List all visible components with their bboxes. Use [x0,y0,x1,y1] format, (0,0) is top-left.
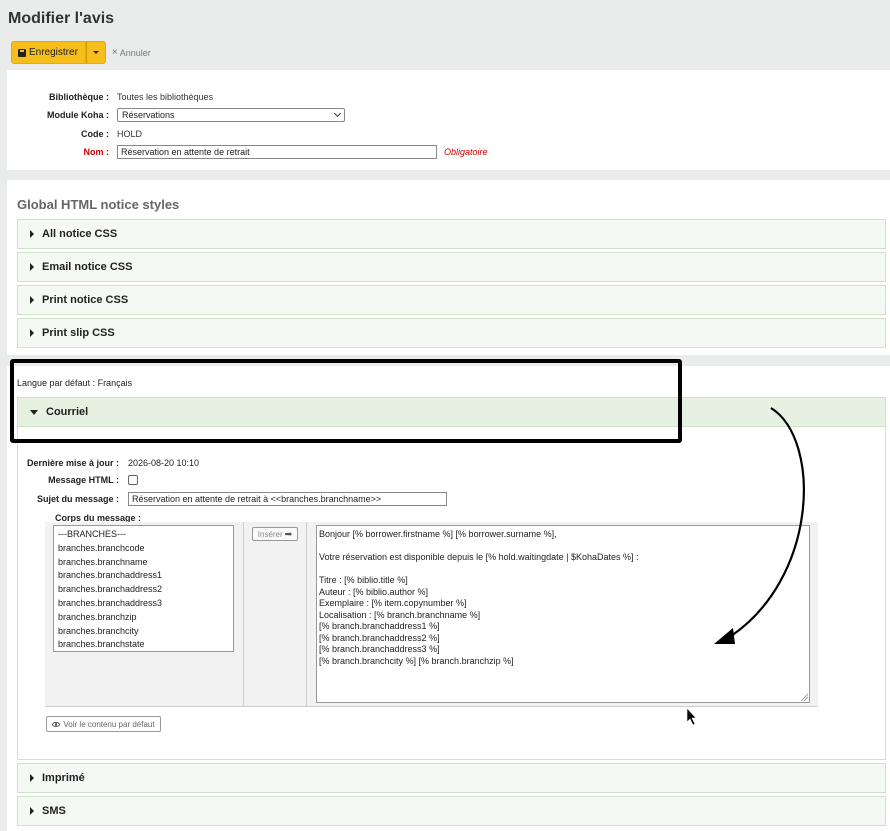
message-editor: ---BRANCHES--- branches.branchcode branc… [45,522,818,707]
view-default-content-button[interactable]: Voir le contenu par défaut [46,716,161,732]
list-item[interactable]: branches.branchcity [58,625,229,639]
body-line: Auteur : [% biblio.author %] [319,586,429,597]
caret-down-icon [30,409,38,415]
list-item[interactable]: branches.branchaddress3 [58,597,229,611]
accordion-label: SMS [42,805,66,817]
divider [306,522,307,707]
save-options-dropdown-button[interactable] [85,41,106,64]
body-line: Localisation : [% branch.branchname %] [319,609,481,620]
save-button[interactable]: Enregistrer [11,41,86,64]
body-line: [% branch.branchaddress2 %] [319,632,440,643]
email-section-body: Dernière mise à jour : 2026-08-20 10:10 … [17,427,886,760]
html-message-label: Message HTML : [48,475,119,485]
last-updated-value: 2026-08-20 10:10 [128,458,200,468]
name-label: Nom : [83,147,110,157]
body-line: Votre réservation est disponible depuis … [319,552,639,562]
body-line [319,564,807,576]
caret-right-icon [30,774,34,782]
html-message-checkbox[interactable] [128,475,138,485]
insert-button[interactable]: Insérer ➡ [252,527,298,541]
divider [243,522,244,707]
subject-label: Sujet du message : [36,494,119,504]
caret-right-icon [30,263,34,271]
name-input[interactable]: Réservation en attente de retrait [117,145,437,159]
notice-details-panel: Bibliothèque : Toutes les bibliothèques … [7,70,890,170]
default-language-label: Langue par défaut : Français [17,378,133,388]
accordion-label: Print slip CSS [42,327,115,339]
last-updated-row: Dernière mise à jour : 2026-08-20 10:10 [18,458,199,468]
name-row: Nom : Réservation en attente de retrait … [7,145,488,159]
list-item[interactable]: branches.branchcode [58,542,229,556]
page-title: Modifier l'avis [8,10,115,27]
list-item[interactable]: branches.branchname [58,556,229,570]
caret-right-icon [30,329,34,337]
body-line: [% branch.branchcity %] [% branch.branch… [319,655,514,666]
module-label: Module Koha : [47,110,109,120]
resize-handle-icon[interactable] [800,693,808,701]
insert-label: Insérer [257,529,283,539]
accordion-email-notice-css[interactable]: Email notice CSS [17,252,886,282]
module-select-value: Réservations [122,110,175,120]
arrow-right-icon: ➡ [284,528,293,539]
body-line: Titre : [% biblio.title %] [319,575,408,585]
required-note: Obligatoire [444,147,488,157]
list-item[interactable]: branches.branchaddress2 [58,583,229,597]
accordion-label: Imprimé [42,772,85,784]
list-item[interactable]: branches.branchzip [58,611,229,625]
accordion-label: Courriel [46,406,89,418]
list-item[interactable]: branches.branchaddress1 [58,569,229,583]
message-body-textarea[interactable]: Bonjour [% borrower.firstname %] [% borr… [316,525,810,703]
module-select[interactable]: Réservations [117,108,345,122]
caret-down-icon [92,51,99,54]
language-panel: Langue par défaut : Français Courriel De… [7,366,890,831]
eye-icon [52,721,61,727]
cancel-label: Annuler [119,47,151,58]
toolbar: Enregistrer × Annuler [11,41,151,64]
caret-right-icon [30,296,34,304]
library-row: Bibliothèque : Toutes les bibliothèques [7,92,213,102]
body-line: Bonjour [% borrower.firstname %] [% borr… [319,529,557,539]
body-line: [% branch.branchaddress3 %] [319,644,440,654]
global-styles-panel: Global HTML notice styles All notice CSS… [7,180,890,355]
view-default-label: Voir le contenu par défaut [63,719,155,729]
body-line [319,541,807,553]
list-item[interactable]: ---BRANCHES--- [58,528,229,542]
accordion-email[interactable]: Courriel [17,397,886,427]
library-value: Toutes les bibliothèques [117,92,214,102]
accordion-print-slip-css[interactable]: Print slip CSS [17,318,886,348]
global-styles-title: Global HTML notice styles [17,197,180,212]
subject-row: Sujet du message : Réservation en attent… [18,492,447,506]
accordion-label: Print notice CSS [42,294,129,306]
html-message-row: Message HTML : [18,475,138,485]
subject-input[interactable]: Réservation en attente de retrait à <<br… [128,492,447,506]
accordion-all-notice-css[interactable]: All notice CSS [17,219,886,249]
accordion-label: Email notice CSS [42,261,133,273]
body-line: Exemplaire : [% item.copynumber %] [319,598,467,608]
caret-right-icon [30,807,34,815]
code-value: HOLD [117,129,143,139]
floppy-disk-icon [18,48,26,57]
accordion-print-notice-css[interactable]: Print notice CSS [17,285,886,315]
code-row: Code : HOLD [7,129,142,139]
chevron-down-icon [333,109,342,118]
module-row: Module Koha : Réservations [7,108,345,122]
close-icon: × [111,47,118,58]
last-updated-label: Dernière mise à jour : [26,458,119,468]
save-button-label: Enregistrer [29,47,78,58]
accordion-label: All notice CSS [42,228,118,240]
caret-right-icon [30,230,34,238]
list-item[interactable]: branches.branchstate [58,638,229,651]
library-label: Bibliothèque : [49,92,109,102]
cancel-link[interactable]: × Annuler [112,47,151,58]
body-line: [% branch.branchaddress1 %] [319,621,440,631]
accordion-print[interactable]: Imprimé [17,763,886,793]
accordion-sms[interactable]: SMS [17,796,886,826]
code-label: Code : [81,129,109,139]
insertable-fields-list[interactable]: ---BRANCHES--- branches.branchcode branc… [53,525,234,652]
